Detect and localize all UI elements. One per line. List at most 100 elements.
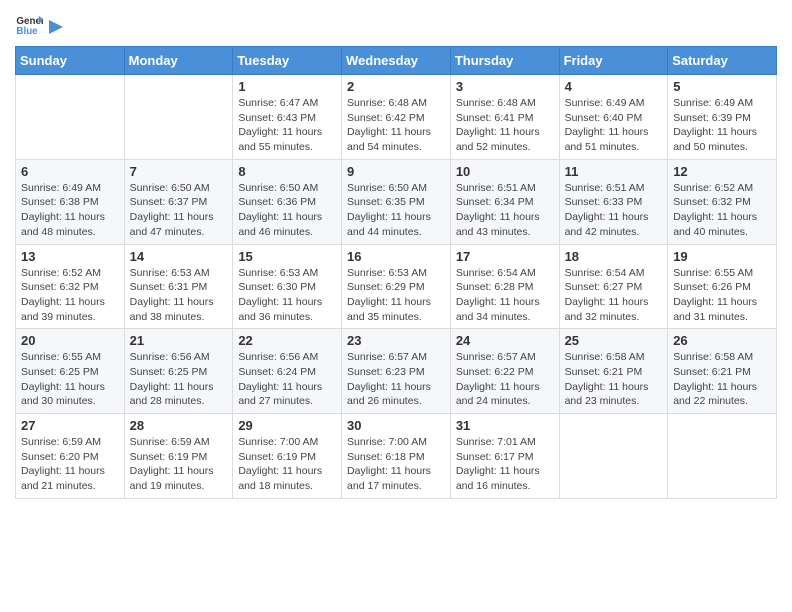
day-number: 26 xyxy=(673,333,771,348)
calendar-cell: 15Sunrise: 6:53 AM Sunset: 6:30 PM Dayli… xyxy=(233,244,342,329)
calendar-cell: 7 Sunrise: 6:50 AM Sunset: 6:37 PM Daylig… xyxy=(124,159,233,244)
weekday-header-thursday: Thursday xyxy=(450,47,559,75)
day-info: Sunrise: 6:50 AM Sunset: 6:35 PM Dayligh… xyxy=(347,181,445,240)
weekday-header-monday: Monday xyxy=(124,47,233,75)
calendar-week-row: 20 Sunrise: 6:55 AM Sunset: 6:25 PM Dayli… xyxy=(16,329,777,414)
calendar-header-row: SundayMondayTuesdayWednesdayThursdayFrid… xyxy=(16,47,777,75)
day-info: Sunrise: 7:00 AM Sunset: 6:19 PM Dayligh… xyxy=(238,435,336,494)
calendar-week-row: 1 Sunrise: 6:47 AM Sunset: 6:43 PM Daylig… xyxy=(16,75,777,160)
day-info: Sunrise: 6:49 AM Sunset: 6:40 PM Dayligh… xyxy=(565,96,663,155)
calendar-cell: 21 Sunrise: 6:56 AM Sunset: 6:25 PM Dayli… xyxy=(124,329,233,414)
calendar-cell: 18 Sunrise: 6:54 AM Sunset: 6:27 PM Dayli… xyxy=(559,244,668,329)
calendar-cell: 23 Sunrise: 6:57 AM Sunset: 6:23 PM Dayli… xyxy=(342,329,451,414)
calendar-cell: 31Sunrise: 7:01 AM Sunset: 6:17 PM Dayli… xyxy=(450,414,559,499)
day-number: 24 xyxy=(456,333,554,348)
day-number: 14 xyxy=(130,249,228,264)
day-info: Sunrise: 6:47 AM Sunset: 6:43 PM Dayligh… xyxy=(238,96,336,155)
day-number: 16 xyxy=(347,249,445,264)
calendar-cell: 30 Sunrise: 7:00 AM Sunset: 6:18 PM Dayli… xyxy=(342,414,451,499)
calendar-table: SundayMondayTuesdayWednesdayThursdayFrid… xyxy=(15,46,777,499)
weekday-header-tuesday: Tuesday xyxy=(233,47,342,75)
weekday-header-wednesday: Wednesday xyxy=(342,47,451,75)
day-info: Sunrise: 6:51 AM Sunset: 6:34 PM Dayligh… xyxy=(456,181,554,240)
svg-text:Blue: Blue xyxy=(16,26,38,37)
day-info: Sunrise: 6:57 AM Sunset: 6:23 PM Dayligh… xyxy=(347,350,445,409)
day-info: Sunrise: 6:52 AM Sunset: 6:32 PM Dayligh… xyxy=(673,181,771,240)
day-info: Sunrise: 6:58 AM Sunset: 6:21 PM Dayligh… xyxy=(565,350,663,409)
calendar-cell: 25 Sunrise: 6:58 AM Sunset: 6:21 PM Dayli… xyxy=(559,329,668,414)
calendar-cell: 2 Sunrise: 6:48 AM Sunset: 6:42 PM Daylig… xyxy=(342,75,451,160)
logo: General Blue xyxy=(15,10,65,38)
day-info: Sunrise: 7:00 AM Sunset: 6:18 PM Dayligh… xyxy=(347,435,445,494)
logo-icon: General Blue xyxy=(15,10,43,38)
calendar-cell: 10 Sunrise: 6:51 AM Sunset: 6:34 PM Dayli… xyxy=(450,159,559,244)
day-number: 20 xyxy=(21,333,119,348)
day-number: 18 xyxy=(565,249,663,264)
day-info: Sunrise: 6:50 AM Sunset: 6:37 PM Dayligh… xyxy=(130,181,228,240)
day-info: Sunrise: 6:54 AM Sunset: 6:27 PM Dayligh… xyxy=(565,266,663,325)
day-number: 29 xyxy=(238,418,336,433)
calendar-cell: 9 Sunrise: 6:50 AM Sunset: 6:35 PM Daylig… xyxy=(342,159,451,244)
day-number: 9 xyxy=(347,164,445,179)
calendar-cell: 28 Sunrise: 6:59 AM Sunset: 6:19 PM Dayli… xyxy=(124,414,233,499)
day-info: Sunrise: 6:52 AM Sunset: 6:32 PM Dayligh… xyxy=(21,266,119,325)
day-number: 6 xyxy=(21,164,119,179)
calendar-cell: 13 Sunrise: 6:52 AM Sunset: 6:32 PM Dayli… xyxy=(16,244,125,329)
calendar-cell: 14 Sunrise: 6:53 AM Sunset: 6:31 PM Dayli… xyxy=(124,244,233,329)
day-number: 5 xyxy=(673,79,771,94)
day-number: 4 xyxy=(565,79,663,94)
calendar-week-row: 6 Sunrise: 6:49 AM Sunset: 6:38 PM Daylig… xyxy=(16,159,777,244)
calendar-cell: 11 Sunrise: 6:51 AM Sunset: 6:33 PM Dayli… xyxy=(559,159,668,244)
calendar-cell: 26 Sunrise: 6:58 AM Sunset: 6:21 PM Dayli… xyxy=(668,329,777,414)
day-info: Sunrise: 6:55 AM Sunset: 6:25 PM Dayligh… xyxy=(21,350,119,409)
day-number: 13 xyxy=(21,249,119,264)
day-number: 25 xyxy=(565,333,663,348)
calendar-cell: 3Sunrise: 6:48 AM Sunset: 6:41 PM Daylig… xyxy=(450,75,559,160)
day-info: Sunrise: 6:53 AM Sunset: 6:29 PM Dayligh… xyxy=(347,266,445,325)
day-number: 8 xyxy=(238,164,336,179)
calendar-cell: 4 Sunrise: 6:49 AM Sunset: 6:40 PM Daylig… xyxy=(559,75,668,160)
day-number: 19 xyxy=(673,249,771,264)
calendar-cell: 20 Sunrise: 6:55 AM Sunset: 6:25 PM Dayli… xyxy=(16,329,125,414)
calendar-cell: 27Sunrise: 6:59 AM Sunset: 6:20 PM Dayli… xyxy=(16,414,125,499)
day-number: 11 xyxy=(565,164,663,179)
day-number: 12 xyxy=(673,164,771,179)
calendar-week-row: 13 Sunrise: 6:52 AM Sunset: 6:32 PM Dayli… xyxy=(16,244,777,329)
day-info: Sunrise: 6:54 AM Sunset: 6:28 PM Dayligh… xyxy=(456,266,554,325)
day-info: Sunrise: 6:49 AM Sunset: 6:38 PM Dayligh… xyxy=(21,181,119,240)
logo-arrow-icon xyxy=(47,16,65,38)
day-info: Sunrise: 6:48 AM Sunset: 6:42 PM Dayligh… xyxy=(347,96,445,155)
day-number: 10 xyxy=(456,164,554,179)
calendar-cell: 12 Sunrise: 6:52 AM Sunset: 6:32 PM Dayli… xyxy=(668,159,777,244)
day-info: Sunrise: 6:56 AM Sunset: 6:25 PM Dayligh… xyxy=(130,350,228,409)
calendar-cell: 24 Sunrise: 6:57 AM Sunset: 6:22 PM Dayli… xyxy=(450,329,559,414)
calendar-cell xyxy=(668,414,777,499)
day-info: Sunrise: 6:53 AM Sunset: 6:30 PM Dayligh… xyxy=(238,266,336,325)
calendar-cell: 5 Sunrise: 6:49 AM Sunset: 6:39 PM Daylig… xyxy=(668,75,777,160)
day-info: Sunrise: 6:56 AM Sunset: 6:24 PM Dayligh… xyxy=(238,350,336,409)
day-info: Sunrise: 6:59 AM Sunset: 6:19 PM Dayligh… xyxy=(130,435,228,494)
day-number: 22 xyxy=(238,333,336,348)
weekday-header-friday: Friday xyxy=(559,47,668,75)
calendar-cell xyxy=(559,414,668,499)
day-number: 21 xyxy=(130,333,228,348)
day-number: 2 xyxy=(347,79,445,94)
calendar-cell: 19 Sunrise: 6:55 AM Sunset: 6:26 PM Dayli… xyxy=(668,244,777,329)
calendar-cell: 16 Sunrise: 6:53 AM Sunset: 6:29 PM Dayli… xyxy=(342,244,451,329)
day-number: 1 xyxy=(238,79,336,94)
calendar-cell xyxy=(124,75,233,160)
day-number: 28 xyxy=(130,418,228,433)
day-number: 23 xyxy=(347,333,445,348)
calendar-cell: 1 Sunrise: 6:47 AM Sunset: 6:43 PM Daylig… xyxy=(233,75,342,160)
day-number: 30 xyxy=(347,418,445,433)
day-info: Sunrise: 6:58 AM Sunset: 6:21 PM Dayligh… xyxy=(673,350,771,409)
day-info: Sunrise: 6:55 AM Sunset: 6:26 PM Dayligh… xyxy=(673,266,771,325)
day-info: Sunrise: 6:57 AM Sunset: 6:22 PM Dayligh… xyxy=(456,350,554,409)
day-info: Sunrise: 6:53 AM Sunset: 6:31 PM Dayligh… xyxy=(130,266,228,325)
day-number: 7 xyxy=(130,164,228,179)
day-info: Sunrise: 6:49 AM Sunset: 6:39 PM Dayligh… xyxy=(673,96,771,155)
day-info: Sunrise: 6:51 AM Sunset: 6:33 PM Dayligh… xyxy=(565,181,663,240)
day-info: Sunrise: 6:50 AM Sunset: 6:36 PM Dayligh… xyxy=(238,181,336,240)
calendar-cell: 8 Sunrise: 6:50 AM Sunset: 6:36 PM Daylig… xyxy=(233,159,342,244)
calendar-cell: 6 Sunrise: 6:49 AM Sunset: 6:38 PM Daylig… xyxy=(16,159,125,244)
